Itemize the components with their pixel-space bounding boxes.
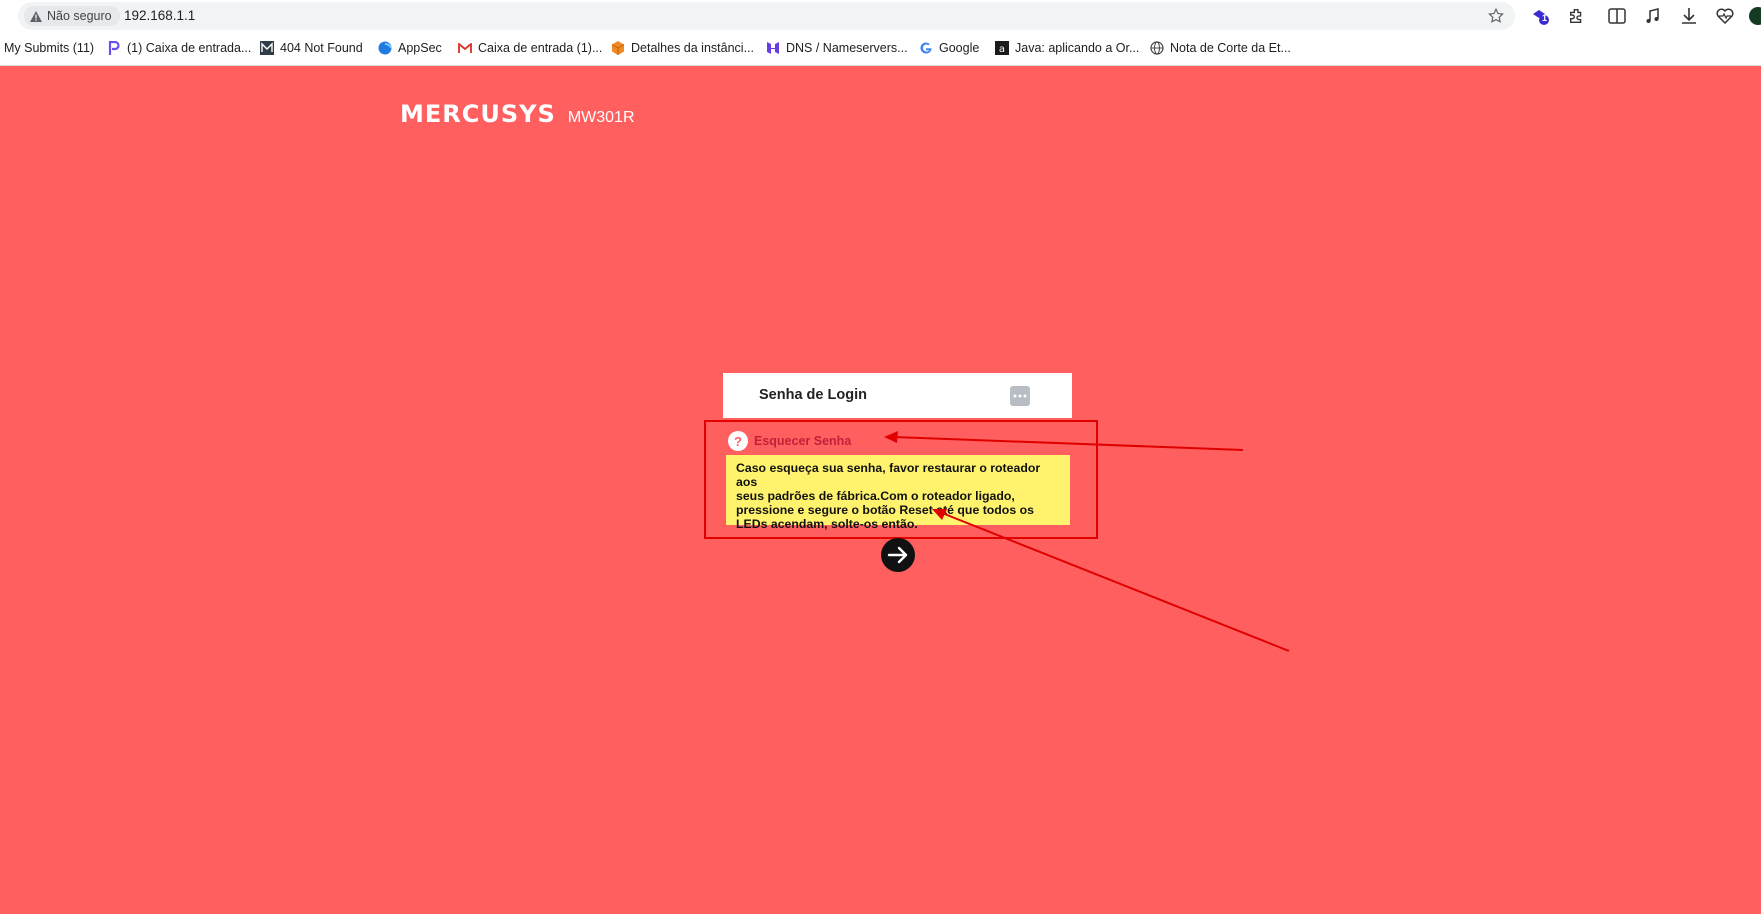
bookmark-label: AppSec [398,41,442,55]
split-view-icon[interactable] [1607,6,1627,26]
model-name: MW301R [567,109,635,126]
bookmark-item[interactable]: DNS / Nameservers... [766,41,908,55]
security-indicator[interactable]: Não seguro [24,6,120,26]
brand-logo: MERCUSYS [400,100,556,128]
extensions-puzzle-icon[interactable] [1567,6,1587,26]
password-field[interactable]: Senha de Login [723,373,1072,418]
bookmark-item[interactable]: Nota de Corte da Et... [1150,41,1291,55]
annotation-highlight-box [704,420,1098,539]
performance-heart-icon[interactable] [1715,6,1735,26]
a-logo-icon: a [995,41,1009,55]
bookmark-label: 404 Not Found [280,41,363,55]
profile-avatar[interactable] [1748,6,1761,26]
bookmark-item[interactable]: AppSec [378,41,442,55]
p-logo-icon [107,41,121,55]
browser-toolbar: Não seguro 192.168.1.1 1 [0,0,1761,32]
media-control-icon[interactable] [1643,6,1663,26]
security-label: Não seguro [47,9,112,23]
m-logo-icon [260,41,274,55]
globe-icon [1150,41,1164,55]
arrow-right-icon [887,546,908,564]
bookmark-star-icon[interactable] [1487,7,1505,30]
bookmark-label: My Submits (11) [4,41,95,55]
password-placeholder: Senha de Login [759,387,867,403]
cube-icon [611,41,625,55]
url-text[interactable]: 192.168.1.1 [124,8,195,23]
bookmark-label: Detalhes da instânci... [631,41,754,55]
warning-icon [30,10,42,22]
show-password-icon[interactable] [1010,386,1030,406]
drop-icon [378,41,392,55]
download-icon[interactable] [1679,6,1699,26]
bookmark-label: Java: aplicando a Or... [1015,41,1140,55]
bookmark-item[interactable]: 404 Not Found [260,41,363,55]
bookmark-item[interactable]: Google [919,41,979,55]
svg-text:a: a [999,44,1005,55]
bookmark-item[interactable]: a Java: aplicando a Or... [995,41,1139,55]
bookmark-label: Caixa de entrada (1)... [478,41,603,55]
bookmark-label: (1) Caixa de entrada... [127,41,252,55]
address-bar[interactable]: Não seguro 192.168.1.1 [18,2,1515,30]
bookmark-label: DNS / Nameservers... [786,41,908,55]
bookmark-label: Google [939,41,980,55]
brand-header: MERCUSYS MW301R [400,100,635,128]
hostinger-icon [766,41,780,55]
bookmark-item[interactable]: Detalhes da instânci... [611,41,754,55]
bookmark-item[interactable]: My Submits (11) [4,41,94,55]
bookmark-item[interactable]: (1) Caixa de entrada... [107,41,251,55]
login-submit-button[interactable] [881,538,915,572]
extension-badge-count: 1 [1542,13,1548,23]
bookmark-item[interactable]: Caixa de entrada (1)... [458,41,602,55]
google-icon [919,41,933,55]
bookmark-label: Nota de Corte da Et... [1170,41,1291,55]
extension-badge-icon[interactable]: 1 [1530,6,1550,26]
gmail-icon [458,41,472,55]
bookmarks-bar: My Submits (11) (1) Caixa de entrada... … [0,32,1761,66]
